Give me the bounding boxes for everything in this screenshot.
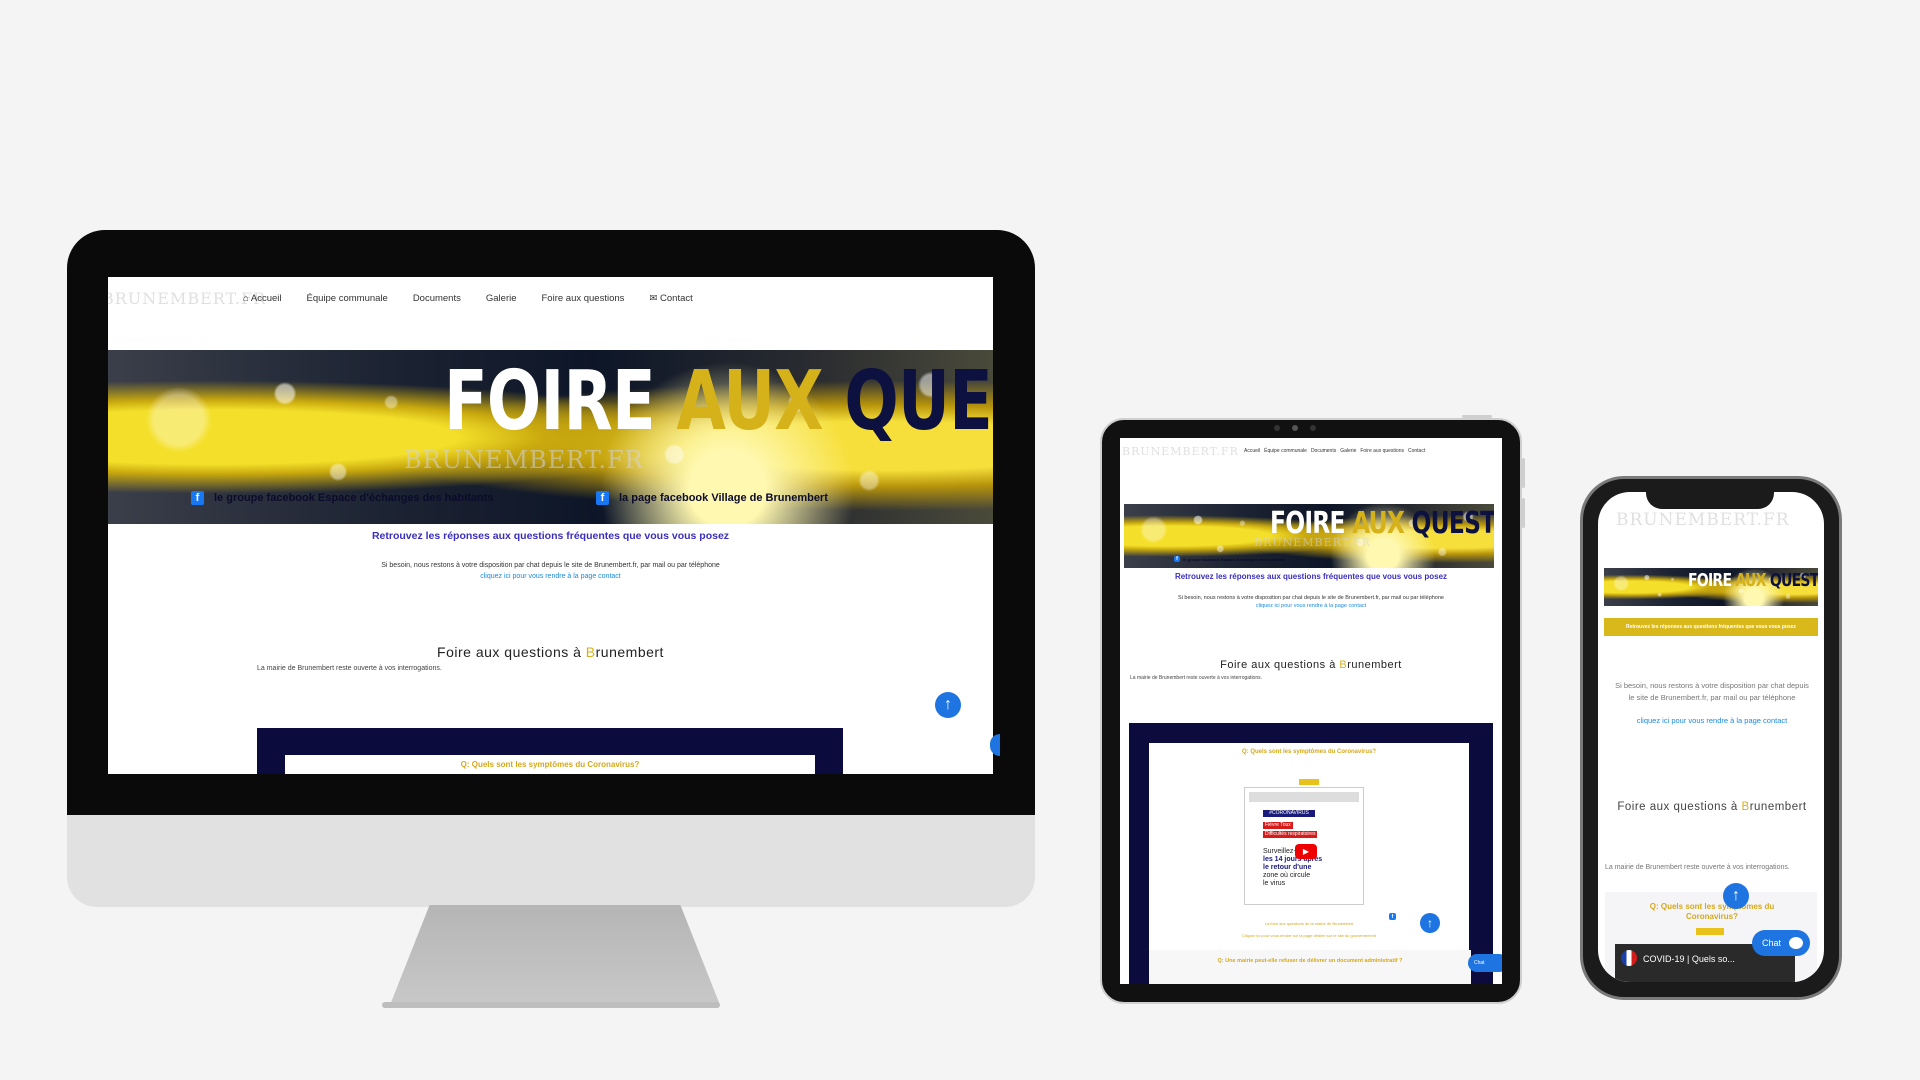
site-navbar: BRUNEMBERT.FR Accueil Équipe communale D… <box>1120 444 1502 458</box>
facebook-group-link[interactable]: f le groupe facebook Espace d'échanges d… <box>1174 556 1285 562</box>
intro-text: Si besoin, nous restons à votre disposit… <box>1178 595 1444 601</box>
intro-text: Si besoin, nous restons à votre disposit… <box>1615 681 1809 702</box>
contact-page-link[interactable]: cliquez ici pour vous rendre à la page c… <box>108 573 993 580</box>
chat-button[interactable]: Chat <box>1468 954 1502 972</box>
facebook-icon: f <box>1174 556 1180 562</box>
ipad-website: BRUNEMBERT.FR Accueil Équipe communale D… <box>1120 438 1502 984</box>
faq-heading: Foire aux questions à Brunembert <box>437 644 664 660</box>
faq-question-2[interactable]: Q: Une mairie peut-elle refuser de déliv… <box>1150 958 1470 964</box>
imac-website: BRUNEMBERT.FR ⌂ Accueil Équipe communale… <box>108 277 993 774</box>
faq-heading: Foire aux questions à Brunembert <box>1220 659 1402 671</box>
site-logo[interactable]: BRUNEMBERT.FR <box>1122 445 1239 458</box>
nav-item-equipe[interactable]: Équipe communale <box>306 293 387 304</box>
chat-bubble-icon <box>1789 937 1804 949</box>
home-icon: ⌂ <box>243 292 251 304</box>
play-icon[interactable]: ▶ <box>1295 844 1317 859</box>
faq-question-1[interactable]: Q: Quels sont les symptômes du Coronavir… <box>1632 902 1792 922</box>
faq-subtitle: La mairie de Brunembert reste ouverte à … <box>1605 864 1790 871</box>
faq-panel: Q: Quels sont les symptômes du Coronavir… <box>257 728 843 774</box>
intro-title: Retrouvez les réponses aux questions fré… <box>1174 572 1448 581</box>
intro-text: Si besoin, nous restons à votre disposit… <box>381 562 720 569</box>
nav-links: Accueil Équipe communale Documents Galer… <box>1244 448 1425 454</box>
faq-subtitle: La mairie de Brunembert reste ouverte à … <box>257 665 442 672</box>
nav-item-contact[interactable]: ✉ Contact <box>649 293 692 304</box>
envelope-icon: ✉ <box>649 292 661 304</box>
hero-banner: FOIRE AUX QUESTIONS BRUNEMBERT.FR f le g… <box>108 350 993 524</box>
french-flag-icon <box>1621 950 1637 966</box>
faq-subtitle: La mairie de Brunembert reste ouverte à … <box>1130 675 1263 681</box>
site-logo[interactable]: BRUNEMBERT.FR <box>108 289 265 308</box>
nav-item-equipe[interactable]: Équipe communale <box>1264 448 1307 454</box>
banner-watermark: BRUNEMBERT.FR <box>1254 536 1371 549</box>
answer-tag <box>1696 928 1724 935</box>
facebook-page-link[interactable]: f la page facebook Village de Brunembert <box>596 491 828 505</box>
facebook-icon: f <box>596 491 609 505</box>
facebook-icon[interactable]: f <box>1389 913 1396 920</box>
nav-item-contact[interactable]: Contact <box>1408 448 1425 454</box>
nav-item-documents[interactable]: Documents <box>413 293 461 304</box>
scroll-to-top-button[interactable]: ↑ <box>1420 913 1440 933</box>
ipad-side-button <box>1522 498 1525 528</box>
banner-watermark: BRUNEMBERT.FR <box>404 446 644 474</box>
ipad-camera <box>1274 425 1318 431</box>
nav-item-accueil[interactable]: Accueil <box>1244 448 1260 454</box>
nav-item-documents[interactable]: Documents <box>1311 448 1336 454</box>
contact-page-link[interactable]: cliquez ici pour vous rendre à la page c… <box>1120 603 1502 609</box>
video-title-bar <box>1249 792 1359 802</box>
facebook-group-link[interactable]: f le groupe facebook Espace d'échanges d… <box>191 491 494 505</box>
video-thumbnail[interactable]: #CORONAVIRUS Fièvre Toux Difficultés res… <box>1244 787 1364 905</box>
hero-banner: FOIRE AUX QUESTIONS <box>1604 568 1818 606</box>
arrow-up-icon: ↑ <box>1427 916 1433 930</box>
hero-banner: FOIRE AUX QUESTIONS BRUNEMBERT.FR f le g… <box>1124 504 1494 568</box>
faq-card <box>1149 950 1471 984</box>
ipad-side-button <box>1522 458 1525 488</box>
arrow-up-icon: ↑ <box>1732 887 1740 904</box>
nav-item-faq[interactable]: Foire aux questions <box>1360 448 1404 454</box>
nav-item-accueil[interactable]: ⌂ Accueil <box>243 293 281 304</box>
chat-button[interactable]: Chat <box>1752 930 1810 956</box>
nav-item-faq[interactable]: Foire aux questions <box>542 293 625 304</box>
ipad-top-button <box>1462 415 1492 418</box>
iphone-notch <box>1646 487 1774 509</box>
nav-item-galerie[interactable]: Galerie <box>1340 448 1356 454</box>
imac-stand <box>390 905 720 1005</box>
contact-page-link[interactable]: cliquez ici pour vous rendre à la page c… <box>1612 716 1812 725</box>
nav-links: ⌂ Accueil Équipe communale Documents Gal… <box>243 293 693 304</box>
faq-panel: Q: Quels sont les symptômes du Coronavir… <box>1129 723 1493 984</box>
answer-link[interactable]: Cliquez ici pour vous rendre sur la page… <box>1149 933 1469 938</box>
iphone-website: BRUNEMBERT.FR FOIRE AUX QUESTIONS Retrou… <box>1598 492 1824 982</box>
intro-title-band: Retrouvez les réponses aux questions fré… <box>1604 618 1818 636</box>
imac-stand-foot <box>382 1002 720 1008</box>
site-logo[interactable]: BRUNEMBERT.FR <box>1616 510 1790 530</box>
arrow-up-icon: ↑ <box>944 696 952 713</box>
symptom-tag-breathing: Difficultés respiratoires <box>1263 831 1318 838</box>
scroll-to-top-button[interactable]: ↑ <box>1723 883 1749 909</box>
site-navbar: BRUNEMBERT.FR ⌂ Accueil Équipe communale… <box>108 287 993 309</box>
video-hashtag: #CORONAVIRUS <box>1263 810 1315 817</box>
answer-tag <box>1299 779 1319 785</box>
banner-title: FOIRE AUX QUESTIONS <box>1688 570 1818 591</box>
video-title: COVID-19 | Quels so... <box>1643 954 1735 964</box>
faq-heading: Foire aux questions à Brunembert <box>1617 801 1807 813</box>
intro-title: Retrouvez les réponses aux questions fré… <box>371 530 730 542</box>
faq-question-1[interactable]: Q: Quels sont les symptômes du Coronavir… <box>1149 749 1469 755</box>
imac-chin <box>67 815 1035 907</box>
nav-item-galerie[interactable]: Galerie <box>486 293 517 304</box>
symptom-tag-fever: Fièvre Toux <box>1263 822 1293 829</box>
facebook-icon: f <box>191 491 204 505</box>
faq-question-1[interactable]: Q: Quels sont les symptômes du Coronavir… <box>257 760 843 769</box>
banner-title: FOIRE AUX QUESTIONS <box>444 354 993 449</box>
scroll-to-top-button[interactable]: ↑ <box>935 692 961 718</box>
